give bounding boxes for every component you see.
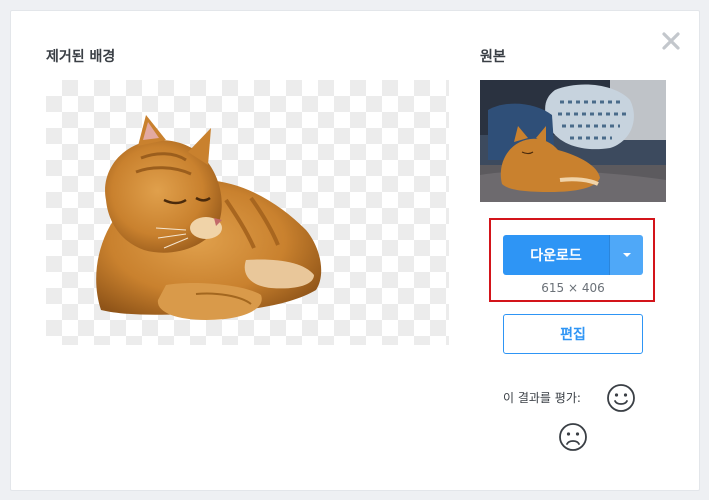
result-preview [46, 80, 449, 345]
download-options-dropdown[interactable] [609, 235, 643, 275]
close-icon[interactable] [661, 31, 681, 51]
original-photo-image [480, 80, 666, 202]
smiley-sad-icon[interactable] [558, 422, 588, 452]
edit-button[interactable]: 편집 [503, 314, 643, 354]
smiley-happy-icon[interactable] [606, 383, 636, 413]
download-button-group: 다운로드 [503, 235, 643, 275]
cat-cutout-image [96, 115, 322, 320]
rating-prompt: 이 결과를 평가: [503, 391, 581, 405]
chevron-down-icon [622, 253, 631, 257]
original-title: 원본 [480, 49, 506, 65]
original-thumbnail [480, 80, 666, 202]
removed-background-title: 제거된 배경 [46, 49, 116, 65]
image-dimensions: 615 × 406 [541, 281, 605, 295]
result-dialog: 제거된 배경 원본 다운로드 615 × 406 편집 이 결과를 평가: [10, 10, 700, 491]
download-button[interactable]: 다운로드 [503, 235, 609, 275]
